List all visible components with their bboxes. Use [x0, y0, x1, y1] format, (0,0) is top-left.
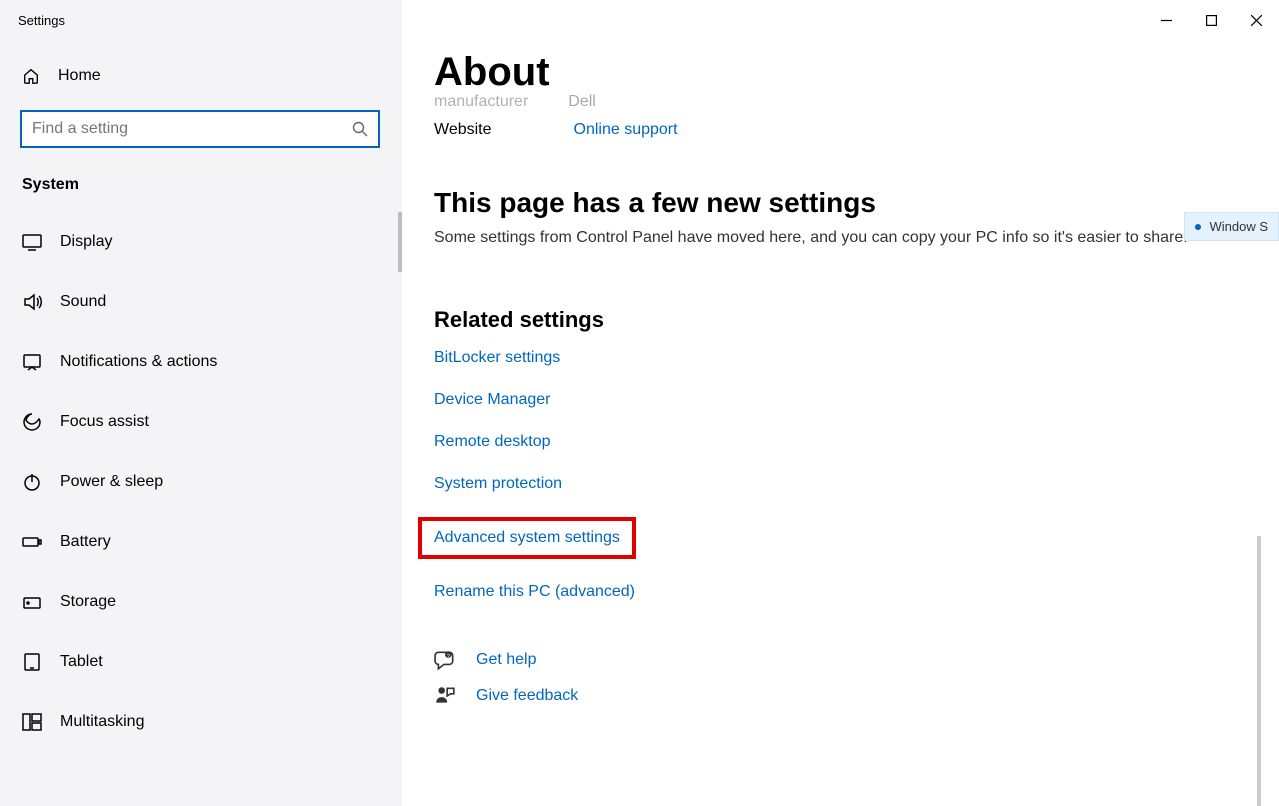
toast-dot-icon — [1195, 224, 1201, 230]
feedback-icon — [434, 685, 456, 707]
new-settings-heading: This page has a few new settings — [434, 187, 1239, 219]
sidebar-item-label: Sound — [60, 293, 106, 311]
svg-text:?: ? — [447, 654, 450, 660]
give-feedback-link[interactable]: Give feedback — [476, 687, 578, 705]
battery-icon — [22, 532, 42, 552]
sidebar-item-label: Tablet — [60, 653, 103, 671]
sidebar-item-label: Battery — [60, 533, 111, 551]
link-advanced-system-settings[interactable]: Advanced system settings — [434, 529, 620, 546]
page-title: About — [434, 50, 1239, 95]
tablet-icon — [22, 652, 42, 672]
search-input[interactable] — [32, 120, 352, 138]
get-help-row: ? Get help — [434, 649, 1239, 671]
sidebar-item-notifications[interactable]: Notifications & actions — [0, 332, 402, 392]
get-help-link[interactable]: Get help — [476, 651, 536, 669]
link-bitlocker[interactable]: BitLocker settings — [434, 349, 560, 367]
sidebar-item-label: Power & sleep — [60, 473, 163, 491]
link-system-protection[interactable]: System protection — [434, 475, 562, 493]
window-title: Settings — [18, 13, 65, 28]
notifications-icon — [22, 352, 42, 372]
sidebar-item-label: Focus assist — [60, 413, 149, 431]
display-icon — [22, 232, 42, 252]
sidebar-item-label: Display — [60, 233, 112, 251]
scrollbar[interactable] — [1257, 536, 1261, 806]
sidebar-item-sound[interactable]: Sound — [0, 272, 402, 332]
link-remote-desktop[interactable]: Remote desktop — [434, 433, 551, 451]
close-button[interactable] — [1234, 5, 1279, 35]
website-row: Website Online support — [434, 121, 1239, 139]
sidebar-item-battery[interactable]: Battery — [0, 512, 402, 572]
cutoff-value: Dell — [568, 93, 596, 111]
maximize-button[interactable] — [1189, 5, 1234, 35]
related-links: BitLocker settings Device Manager Remote… — [434, 349, 1239, 601]
sidebar-home-label: Home — [58, 67, 101, 85]
sidebar: Home System Display Sound Notifications … — [0, 40, 402, 806]
multitasking-icon — [22, 712, 42, 732]
help-icon: ? — [434, 649, 456, 671]
sidebar-item-label: Multitasking — [60, 713, 144, 731]
link-rename-pc[interactable]: Rename this PC (advanced) — [434, 583, 635, 601]
cutoff-info-row: manufacturer Dell — [434, 93, 1239, 111]
new-settings-text: Some settings from Control Panel have mo… — [434, 229, 1239, 247]
cutoff-label: manufacturer — [434, 93, 528, 111]
sidebar-item-tablet[interactable]: Tablet — [0, 632, 402, 692]
home-icon — [22, 67, 40, 85]
sidebar-item-label: Storage — [60, 593, 116, 611]
power-icon — [22, 472, 42, 492]
sidebar-item-multitasking[interactable]: Multitasking — [0, 692, 402, 752]
sidebar-home[interactable]: Home — [0, 48, 402, 104]
give-feedback-row: Give feedback — [434, 685, 1239, 707]
sidebar-item-focus-assist[interactable]: Focus assist — [0, 392, 402, 452]
search-box[interactable] — [20, 110, 380, 148]
sidebar-item-display[interactable]: Display — [0, 212, 402, 272]
minimize-button[interactable] — [1144, 5, 1189, 35]
window-controls — [1144, 5, 1279, 35]
toast-notification[interactable]: Window S — [1184, 212, 1279, 241]
link-device-manager[interactable]: Device Manager — [434, 391, 551, 409]
title-bar: Settings — [0, 0, 1279, 40]
sidebar-item-label: Notifications & actions — [60, 353, 217, 371]
website-label: Website — [434, 121, 492, 139]
sound-icon — [22, 292, 42, 312]
highlight-box: Advanced system settings — [418, 517, 636, 559]
content-pane: About manufacturer Dell Website Online s… — [402, 40, 1279, 806]
online-support-link[interactable]: Online support — [574, 121, 678, 139]
focus-assist-icon — [22, 412, 42, 432]
sidebar-item-power-sleep[interactable]: Power & sleep — [0, 452, 402, 512]
sidebar-item-storage[interactable]: Storage — [0, 572, 402, 632]
related-settings-heading: Related settings — [434, 307, 1239, 333]
search-icon — [352, 121, 368, 137]
toast-text: Window S — [1209, 219, 1268, 234]
storage-icon — [22, 592, 42, 612]
sidebar-section-label: System — [0, 148, 402, 212]
